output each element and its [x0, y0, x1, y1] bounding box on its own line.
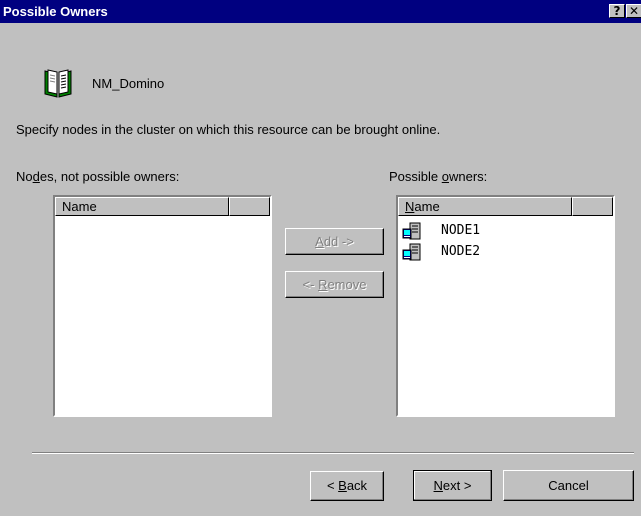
close-button[interactable]: ✕	[626, 4, 641, 18]
list-item-label: NODE1	[441, 223, 481, 238]
title-bar[interactable]: Possible Owners ? ✕	[0, 0, 641, 23]
back-button[interactable]: < Back	[310, 471, 384, 501]
next-button[interactable]: Next >	[413, 470, 492, 501]
remove-button[interactable]: <- Remove	[285, 271, 384, 298]
possible-owners-list[interactable]: Name NODE1 NODE2	[396, 195, 615, 417]
list-item[interactable]: NODE1	[402, 221, 602, 241]
possible-owners-label: Possible owners:	[389, 169, 488, 184]
list-item-label: NODE2	[441, 244, 481, 259]
column-header-extra[interactable]	[572, 197, 613, 216]
column-header-name[interactable]: Name	[398, 197, 572, 216]
column-header-name[interactable]: Name	[55, 197, 229, 216]
column-header-extra[interactable]	[229, 197, 270, 216]
server-node-icon	[402, 222, 421, 240]
list-item[interactable]: NODE2	[402, 242, 602, 262]
separator	[32, 452, 634, 454]
add-button[interactable]: Add ->	[285, 228, 384, 255]
non-owners-label: Nodes, not possible owners:	[16, 169, 180, 184]
non-owners-list[interactable]: Name	[53, 195, 272, 417]
cancel-button[interactable]: Cancel	[503, 470, 634, 501]
instruction-text: Specify nodes in the cluster on which th…	[16, 122, 441, 137]
resource-name: NM_Domino	[92, 76, 165, 91]
book-icon	[44, 69, 72, 98]
server-node-icon	[402, 243, 421, 261]
window-title: Possible Owners	[3, 4, 108, 19]
help-button[interactable]: ?	[609, 4, 625, 18]
